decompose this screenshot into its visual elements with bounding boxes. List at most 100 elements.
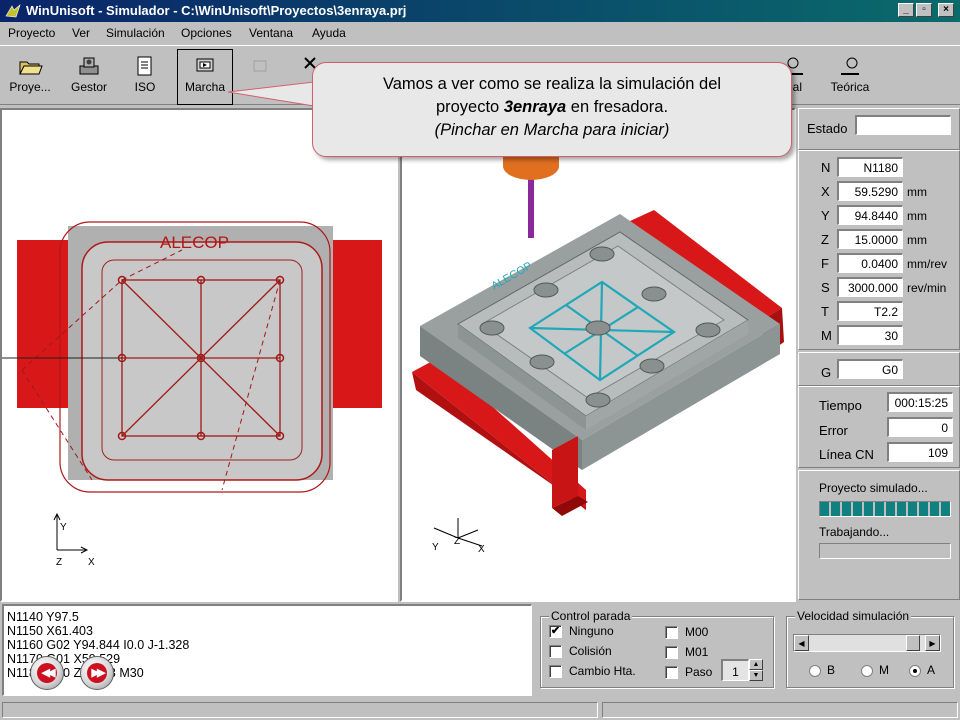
axis-y-3d: Y (432, 542, 439, 553)
z-coord-label: Z (821, 232, 829, 247)
callout-line2-post: en fresadora. (566, 98, 669, 116)
progress-simulado (819, 501, 951, 517)
g-field: G0 (837, 359, 903, 379)
s-unit-label: rev/min (907, 281, 947, 295)
maximize-button[interactable]: ▫ (916, 3, 932, 17)
speed-b-radio[interactable] (809, 665, 821, 677)
next-button[interactable]: ▶▶ (80, 656, 114, 690)
x-coord-label: X (821, 184, 830, 199)
callout-line3: (Pinchar en Marcha para iniciar) (434, 121, 670, 139)
view-2d[interactable]: ALECOP Y Z X (0, 108, 398, 602)
z-coord-field: 15.0000 (837, 229, 903, 249)
y-coord-label: Y (821, 208, 830, 223)
menu-opciones[interactable]: Opciones (181, 26, 232, 40)
ninguno-checkbox[interactable]: ✔ (549, 625, 562, 638)
machining-3d-drawing: ALECOP Y Z X (412, 150, 784, 555)
speed-m-radio[interactable] (861, 665, 873, 677)
instruction-callout: Vamos a ver como se realiza la simulació… (312, 62, 792, 157)
progress-simulado-fill (820, 502, 950, 516)
m-coord-label: M (821, 328, 832, 343)
callout-line2-pre: proyecto (435, 98, 504, 116)
speed-scrollbar[interactable]: ◀ ▶ (793, 634, 941, 652)
speed-b-label: B (827, 663, 836, 677)
menu-ventana[interactable]: Ventana (249, 26, 293, 40)
code-line[interactable]: N1160 G02 Y94.844 I0.0 J-1.328 (7, 638, 531, 652)
axis-z-3d: Z (454, 536, 460, 547)
speed-a-radio[interactable] (909, 665, 921, 677)
error-label: Error (819, 423, 848, 438)
paso-up-button[interactable]: ▲ (749, 659, 763, 670)
close-button[interactable]: × (938, 3, 954, 17)
theoretical-view-icon (841, 57, 859, 75)
s-coord-field: 3000.000 (837, 277, 903, 297)
menu-proyecto[interactable]: Proyecto (8, 26, 55, 40)
status-pane-main (2, 702, 598, 718)
menu-simulacion[interactable]: Simulación (106, 26, 165, 40)
previous-button[interactable]: ◀◀ (30, 656, 64, 690)
linea-cn-field: 109 (887, 442, 953, 462)
paso-checkbox[interactable] (665, 666, 678, 679)
s-coord-label: S (821, 280, 830, 295)
axis-z-2d: Z (56, 557, 62, 568)
title-bar: WinUnisoft - Simulador - C:\WinUnisoft\P… (0, 0, 960, 22)
colision-checkbox[interactable] (549, 645, 562, 658)
gestor-button[interactable]: Gestor (64, 50, 114, 102)
axis-y-2d: Y (60, 522, 67, 533)
y-unit-label: mm (907, 209, 927, 223)
estado-panel: Estado (798, 108, 960, 150)
toolpath-2d-drawing: ALECOP Y Z X (2, 221, 382, 568)
code-line[interactable]: N1140 Y97.5 (7, 610, 531, 624)
g-label: G (821, 365, 832, 380)
progress-trabajando (819, 543, 951, 559)
callout-line2: proyecto 3enraya en fresadora. (313, 96, 791, 119)
document-icon (137, 56, 152, 76)
speed-thumb[interactable] (905, 635, 920, 651)
menu-ver[interactable]: Ver (72, 26, 90, 40)
proyecto-simulado-label: Proyecto simulado... (819, 481, 928, 495)
estado-field (855, 115, 951, 135)
m00-checkbox[interactable] (665, 626, 678, 639)
status-bar (0, 700, 960, 720)
nc-code-list[interactable]: N1140 Y97.5 N1150 X61.403 N1160 G02 Y94.… (2, 604, 532, 696)
machine-icon (79, 57, 99, 75)
m01-label: M01 (685, 645, 709, 659)
f-coord-label: F (821, 256, 829, 271)
code-line[interactable]: N1150 X61.403 (7, 624, 531, 638)
control-parada-title: Control parada (549, 609, 633, 623)
app-icon (5, 4, 21, 18)
g-panel: G G0 (798, 352, 960, 386)
error-field: 0 (887, 417, 953, 437)
callout-line1: Vamos a ver como se realiza la simulació… (382, 75, 722, 93)
cambio-hta-checkbox[interactable] (549, 665, 562, 678)
proyecto-button[interactable]: Proye... (4, 50, 56, 102)
trabajando-label: Trabajando... (819, 525, 890, 539)
paso-field[interactable]: 1 (721, 659, 749, 681)
teorica-button[interactable]: Teórica (822, 50, 878, 102)
x-unit-label: mm (907, 185, 927, 199)
control-parada-group: Control parada ✔ Ninguno Colisión Cambio… (540, 609, 774, 688)
iso-button[interactable]: ISO (122, 50, 168, 102)
paso-down-button[interactable]: ▼ (749, 670, 763, 681)
f-unit-label: mm/rev (907, 257, 947, 271)
marcha-button[interactable]: Marcha (177, 49, 233, 105)
m00-label: M00 (685, 625, 709, 639)
speed-right-arrow[interactable]: ▶ (925, 635, 940, 651)
y-coord-field: 94.8440 (837, 205, 903, 225)
progress-panel: Proyecto simulado... Trabajando... (798, 470, 960, 600)
alecop-brand-text: ALECOP (160, 233, 229, 252)
gestor-label: Gestor (70, 80, 107, 94)
m-coord-field: 30 (837, 325, 903, 345)
n-coord-field: N1180 (837, 157, 903, 177)
linea-cn-label: Línea CN (819, 447, 874, 462)
paso-label: Paso (685, 665, 713, 679)
m01-checkbox[interactable] (665, 646, 678, 659)
minimize-button[interactable]: _ (898, 3, 914, 17)
speed-left-arrow[interactable]: ◀ (794, 635, 809, 651)
view-3d[interactable]: ALECOP Y Z X (400, 108, 796, 602)
colision-label: Colisión (569, 644, 612, 658)
menu-ayuda[interactable]: Ayuda (312, 26, 346, 40)
velocidad-group: Velocidad simulación ◀ ▶ B M A (786, 609, 954, 688)
tiempo-field: 000:15:25 (887, 392, 953, 412)
velocidad-title: Velocidad simulación (795, 609, 912, 623)
estado-label: Estado (807, 121, 848, 136)
